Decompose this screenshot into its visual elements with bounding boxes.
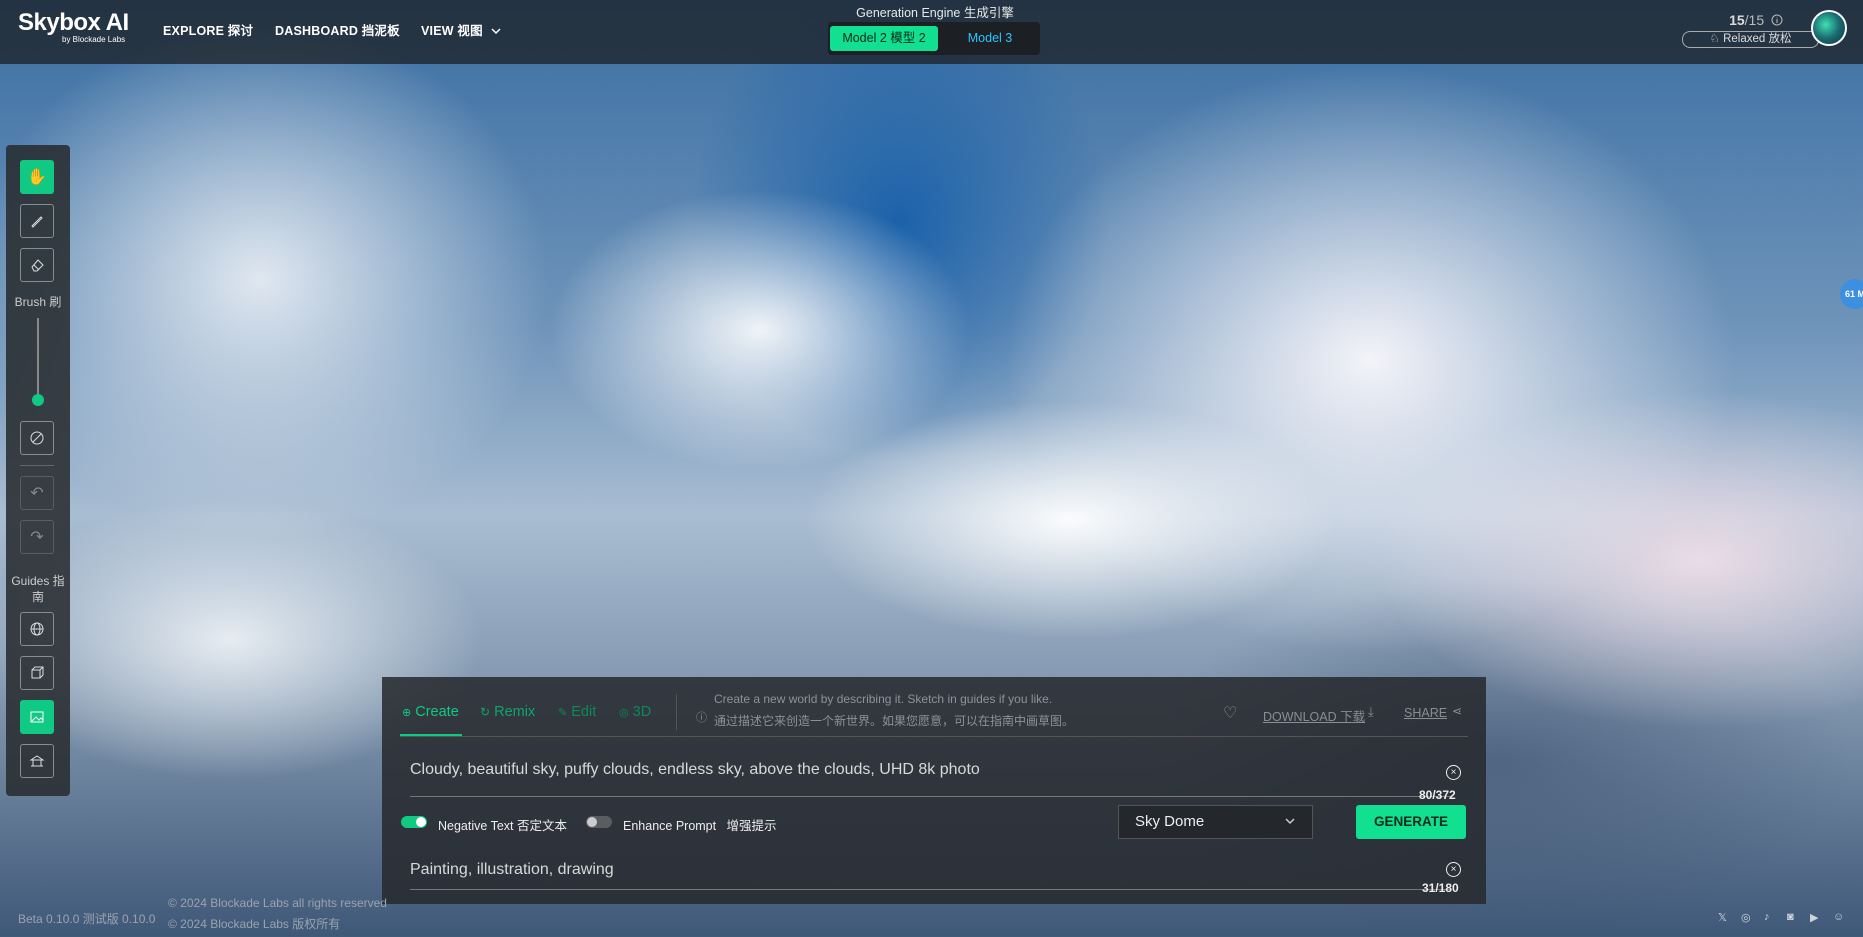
heart-icon[interactable]: ♡ (1223, 703, 1237, 723)
logo[interactable]: Skybox AI by Blockade Labs (18, 9, 129, 44)
download-icon[interactable]: ⤓ (1368, 704, 1374, 720)
credits-total: /15 (1744, 12, 1765, 28)
pencil-icon: ✎ (558, 707, 568, 719)
chevron-down-icon (490, 28, 501, 35)
brush-size-track[interactable] (37, 318, 39, 398)
model-3-button[interactable]: Model 3 (944, 26, 1036, 51)
top-bar: Skybox AI by Blockade Labs EXPLORE 探讨 DA… (0, 0, 1863, 64)
tab-create[interactable]: ⊕ Create (402, 704, 459, 720)
tab-edit[interactable]: ✎ Edit (558, 704, 596, 720)
enhance-prompt-toggle[interactable] (586, 816, 612, 828)
hint-chinese: 通过描述它来创造一个新世界。如果您愿意，可以在指南中画草图。 (714, 714, 1075, 728)
x-icon[interactable]: 𝕏 (1718, 911, 1727, 924)
share-icon[interactable]: ⋖ (1452, 704, 1462, 718)
undo-button[interactable]: ↶ (20, 476, 54, 510)
prompt-char-count: 80/372 (1419, 788, 1456, 802)
version-label: Beta 0.10.0 测试版 0.10.0 (18, 912, 156, 926)
model-switcher: Model 2 模型 2 Model 3 (828, 22, 1040, 55)
clear-negative-icon[interactable]: × (1446, 862, 1461, 877)
pavilion-icon (29, 755, 45, 767)
undo-icon: ↶ (30, 485, 44, 502)
divider (676, 694, 677, 730)
hint-english: Create a new world by describing it. Ske… (714, 692, 1053, 706)
toggle-knob (587, 817, 597, 827)
engine-label: Generation Engine 生成引擎 (856, 6, 1014, 20)
drawing-toolbar: ✋ Brush 刷 ↶ ↷ Guides 指南 (6, 145, 70, 796)
divider (20, 465, 54, 466)
tab-remix-label: Remix (494, 704, 536, 720)
clear-prompt-icon[interactable]: × (1446, 765, 1461, 780)
download-link[interactable]: DOWNLOAD 下载 (1263, 706, 1365, 725)
panel-divider (400, 736, 1468, 737)
nav-dashboard[interactable]: DASHBOARD 挡泥板 (275, 20, 400, 39)
brush-button[interactable] (20, 204, 54, 238)
globe-icon (30, 622, 44, 636)
plus-circle-icon: ⊕ (402, 707, 412, 719)
globe-guide-button[interactable] (20, 612, 54, 646)
logo-subtitle: by Blockade Labs (62, 35, 126, 44)
pan-hand-button[interactable]: ✋ (20, 160, 54, 194)
chevron-down-icon (1285, 818, 1295, 825)
credits-used: 15 (1729, 12, 1745, 28)
brush-size-thumb[interactable] (32, 394, 44, 406)
info-icon[interactable] (1771, 14, 1783, 26)
nav-explore[interactable]: EXPLORE 探讨 (163, 20, 253, 39)
pavilion-guide-button[interactable] (20, 744, 54, 778)
negative-prompt-input[interactable]: Painting, illustration, drawing (410, 861, 614, 879)
prohibited-icon (30, 431, 44, 445)
redo-button[interactable]: ↷ (20, 520, 54, 554)
prompt-underline (410, 796, 1450, 797)
redo-icon: ↷ (30, 529, 44, 546)
credits-counter: 15/15 (1729, 12, 1783, 28)
model-2-button[interactable]: Model 2 模型 2 (830, 26, 938, 51)
style-select[interactable]: Sky Dome (1118, 805, 1313, 839)
guides-label: Guides 指南 (11, 574, 65, 604)
enhance-prompt-label: Enhance Prompt 增强提示 (623, 819, 777, 833)
style-select-value: Sky Dome (1135, 813, 1205, 830)
hand-icon: ✋ (27, 169, 47, 186)
image-guide-button[interactable] (20, 700, 54, 734)
instagram-icon[interactable]: ◎ (1741, 911, 1751, 924)
avatar[interactable] (1811, 10, 1847, 46)
tab-edit-label: Edit (571, 704, 597, 720)
reddit-icon[interactable]: ☺ (1833, 911, 1844, 923)
generation-engine: Generation Engine 生成引擎 (830, 2, 1040, 22)
copyright-en: © 2024 Blockade Labs all rights reserved (168, 896, 387, 910)
refresh-icon: ↻ (480, 705, 491, 719)
negative-char-count: 31/180 (1422, 881, 1459, 895)
mode-icon: ♘ (1709, 33, 1720, 45)
tiktok-icon[interactable]: ♪ (1764, 911, 1770, 923)
brush-label: Brush 刷 (14, 295, 62, 309)
toggle-knob (416, 817, 426, 827)
prompt-panel: ⊕ Create ↻ Remix ✎ Edit ◎ 3D ⓘ Create a … (382, 677, 1486, 904)
side-bubble[interactable]: 61 M (1840, 279, 1863, 309)
relaxed-mode-badge[interactable]: ♘ Relaxed 放松 (1682, 31, 1819, 48)
negative-text-toggle[interactable] (401, 816, 427, 828)
cube-icon (31, 666, 44, 679)
youtube-icon[interactable]: ▶ (1810, 911, 1818, 924)
mode-label: Relaxed 放松 (1723, 33, 1792, 45)
generate-button[interactable]: GENERATE (1356, 805, 1466, 839)
copyright-zh: © 2024 Blockade Labs 版权所有 (168, 917, 341, 931)
share-link[interactable]: SHARE (1404, 706, 1447, 720)
eraser-button[interactable] (20, 248, 54, 282)
tab-remix[interactable]: ↻ Remix (480, 704, 535, 720)
discord-icon[interactable]: ◙ (1787, 911, 1794, 923)
tab-create-label: Create (415, 704, 459, 720)
nav-view[interactable]: VIEW 视图 (421, 20, 501, 39)
cube-guide-button[interactable] (20, 656, 54, 690)
negative-underline (410, 889, 1450, 890)
clear-button[interactable] (20, 421, 54, 455)
nav-view-label: VIEW 视图 (421, 24, 483, 38)
eraser-icon (31, 259, 44, 272)
logo-text: Skybox AI (18, 9, 129, 36)
prompt-input[interactable]: Cloudy, beautiful sky, puffy clouds, end… (410, 761, 980, 779)
tab-3d-label: 3D (632, 704, 652, 720)
sphere-icon: ◎ (619, 707, 629, 719)
info-icon: ⓘ (696, 712, 707, 724)
image-icon (30, 711, 44, 723)
brush-icon (31, 216, 43, 228)
negative-text-label: Negative Text 否定文本 (438, 819, 567, 833)
tab-3d[interactable]: ◎ 3D (619, 704, 651, 720)
